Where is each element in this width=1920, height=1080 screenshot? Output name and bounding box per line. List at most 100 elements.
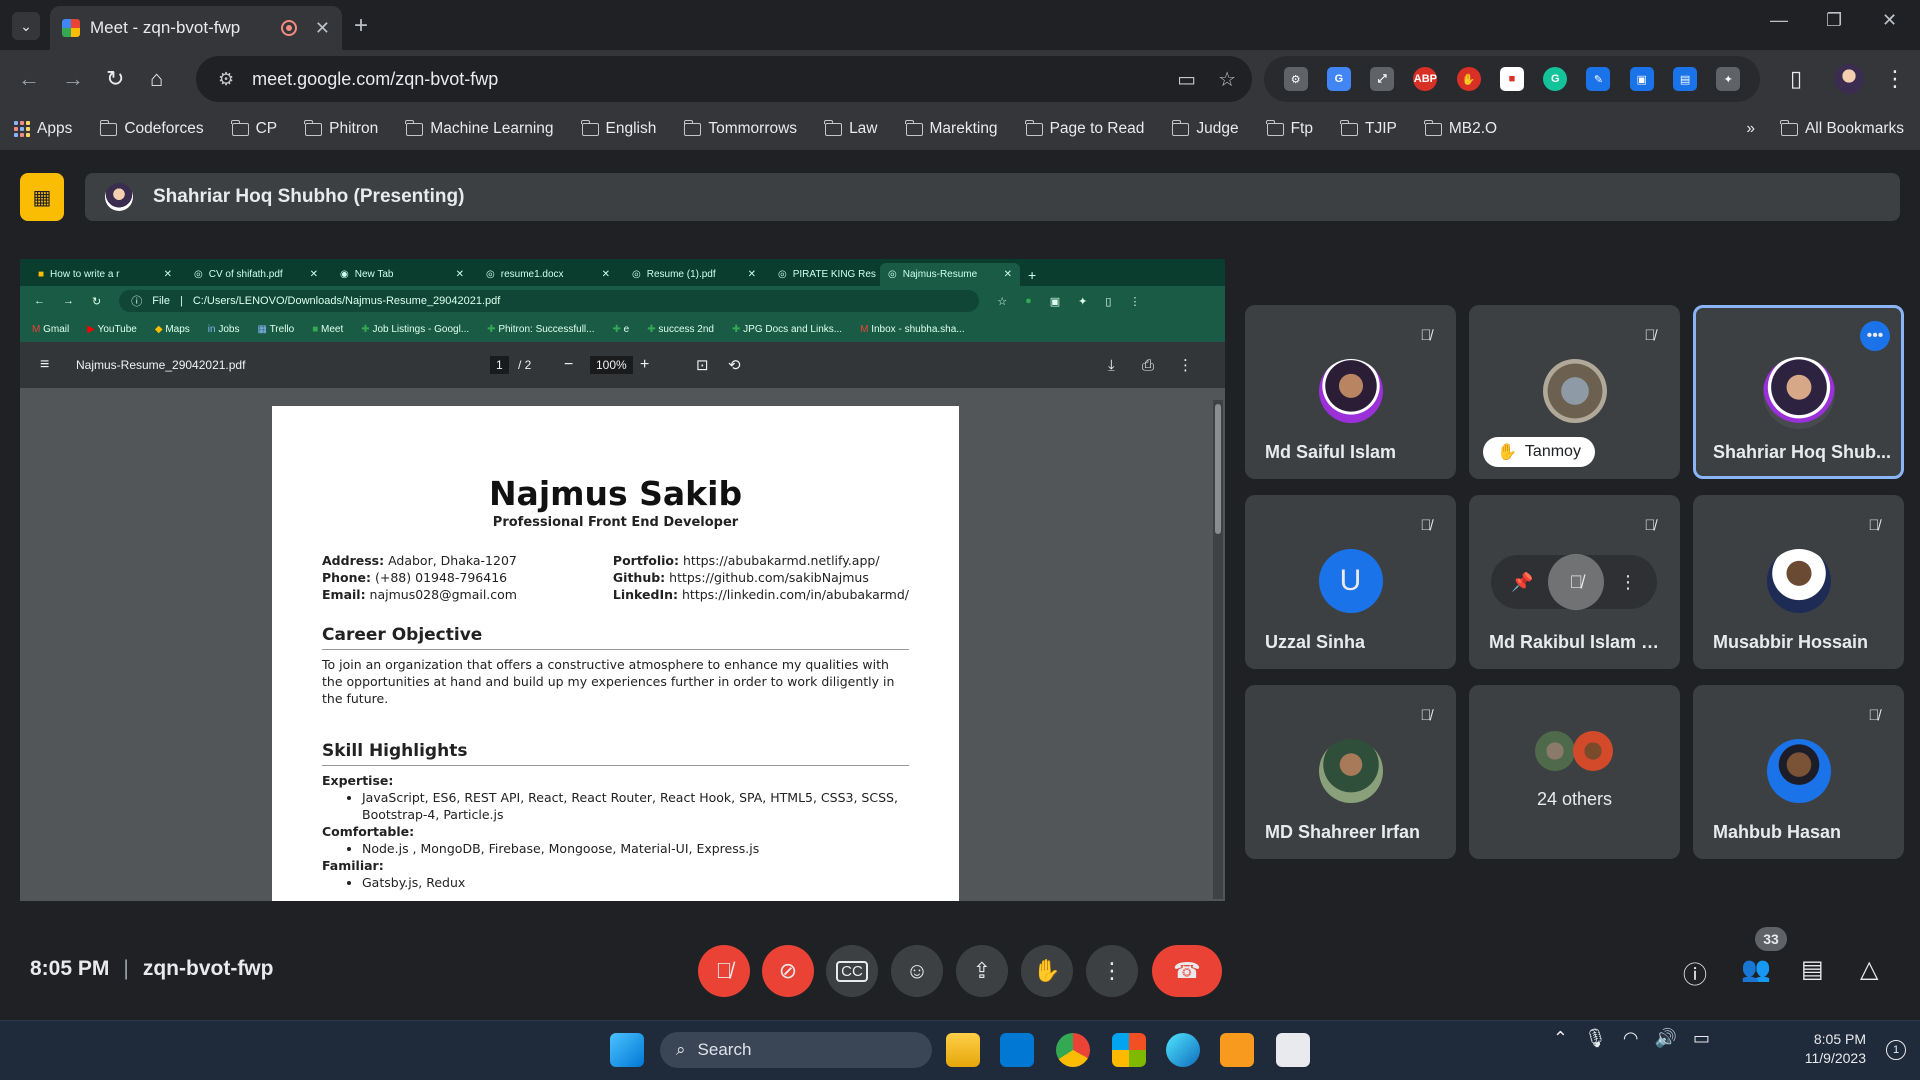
side-panel-icon[interactable]: ▯ xyxy=(1790,66,1802,92)
bookmark-folder[interactable]: Codeforces xyxy=(99,119,204,138)
close-icon[interactable]: ✕ xyxy=(315,18,330,39)
bookmark-apps[interactable]: Apps xyxy=(14,120,72,138)
windows-start-icon[interactable] xyxy=(610,1033,644,1067)
reactions-button[interactable]: ☺ xyxy=(891,945,943,997)
mic-toggle-button[interactable]: 🎙̸ xyxy=(698,945,750,997)
participant-tile[interactable]: 🎙̸ Md Saiful Islam xyxy=(1245,305,1456,479)
present-screen-icon: ⇪ xyxy=(972,958,992,983)
bookmark-folder[interactable]: Tommorrows xyxy=(683,119,797,138)
leave-call-button[interactable]: ☎ xyxy=(1152,945,1222,997)
vscode-icon[interactable] xyxy=(1000,1033,1034,1067)
kebab-menu-icon[interactable]: ⋮ xyxy=(1619,572,1637,593)
hand-extension-icon[interactable]: ✋ xyxy=(1456,67,1481,91)
taskbar-search[interactable]: ⌕ Search xyxy=(660,1032,932,1068)
chevron-down-icon: ⌄ xyxy=(20,17,32,34)
participant-tile[interactable]: 🎙̸ Musabbir Hossain xyxy=(1693,495,1904,669)
window-close-button[interactable]: ✕ xyxy=(1882,10,1897,31)
participant-tile-selected[interactable]: ••• Shahriar Hoq Shub... xyxy=(1693,305,1904,479)
participant-tile[interactable]: 🎙̸ 📌 🎙̸ ⋮ Md Rakibul Islam R... xyxy=(1469,495,1680,669)
bookmark-folder[interactable]: Law xyxy=(824,119,878,138)
edge-icon[interactable] xyxy=(1166,1033,1200,1067)
maximize-button[interactable]: ❐ xyxy=(1826,10,1842,31)
microphone-icon[interactable]: 🎙 xyxy=(1584,1028,1607,1049)
more-bookmarks-button[interactable]: » xyxy=(1746,120,1755,138)
present-button[interactable]: ⇪ xyxy=(956,945,1008,997)
raise-hand-button[interactable]: ✋ xyxy=(1021,945,1073,997)
kebab-menu-icon[interactable]: ⋮ xyxy=(1884,66,1906,92)
site-info-icon[interactable]: ⚙ xyxy=(218,69,234,90)
adblock-icon[interactable]: ABP xyxy=(1413,67,1438,91)
profile-avatar[interactable] xyxy=(1834,64,1864,94)
snipping-tool-icon[interactable] xyxy=(1276,1033,1310,1067)
people-icon[interactable]: 👥 xyxy=(1741,955,1771,984)
bookmark-folder[interactable]: Judge xyxy=(1171,119,1239,138)
shared-tab: ◎ Resume (1).pdf ✕ xyxy=(632,269,756,280)
camera-toggle-button[interactable]: ⊘ xyxy=(762,945,814,997)
grammarly-icon[interactable]: G xyxy=(1543,67,1568,91)
participant-tile[interactable]: 🎙̸ MD Shahreer Irfan xyxy=(1245,685,1456,859)
address-bar[interactable]: ⚙ meet.google.com/zqn-bvot-fwp ▭ ☆ xyxy=(196,56,1252,102)
participant-tile[interactable]: 🎙̸ Mahbub Hasan xyxy=(1693,685,1904,859)
new-tab-button[interactable]: + xyxy=(354,12,368,40)
bookmark-folder[interactable]: Phitron xyxy=(304,119,378,138)
docs-extension-icon[interactable]: ▤ xyxy=(1673,67,1698,91)
arrow-left-icon: ← xyxy=(34,295,45,307)
volume-icon[interactable]: 🔊 xyxy=(1655,1028,1677,1049)
participant-tile[interactable]: 🎙̸ U Uzzal Sinha xyxy=(1245,495,1456,669)
tile-hover-controls[interactable]: 📌 🎙̸ ⋮ xyxy=(1491,554,1657,610)
tab-search-button[interactable]: ⌄ xyxy=(12,12,40,40)
camera-icon[interactable]: ▭ xyxy=(1177,67,1196,92)
translate-icon[interactable]: G xyxy=(1326,67,1351,91)
chat-icon[interactable]: ▤ xyxy=(1801,955,1824,984)
arrow-right-icon: → xyxy=(63,295,74,307)
fullscreen-icon[interactable]: ⤢ xyxy=(1370,67,1395,91)
chevron-up-icon[interactable]: ⌃ xyxy=(1553,1028,1568,1049)
bookmark-folder[interactable]: TJIP xyxy=(1340,119,1397,138)
sublime-icon[interactable] xyxy=(1220,1033,1254,1067)
mic-off-icon[interactable]: 🎙̸ xyxy=(1548,554,1605,610)
reload-button[interactable]: ↻ xyxy=(106,66,124,92)
shared-screen[interactable]: ■ How to write a r ✕ ◎ CV of shifath.pdf ✕ ◉… xyxy=(20,259,1225,901)
taskbar-clock[interactable]: 8:05 PM 11/9/2023 xyxy=(1805,1030,1866,1068)
bookmark-folder[interactable]: English xyxy=(580,119,656,138)
battery-icon[interactable]: ▭ xyxy=(1693,1028,1710,1049)
folder-icon xyxy=(99,119,118,136)
bookmark-folder[interactable]: Marekting xyxy=(904,119,998,138)
meeting-details-icon[interactable]: ⓘ xyxy=(1683,955,1707,990)
store-icon[interactable] xyxy=(1112,1033,1146,1067)
stop-presenting-icon[interactable]: ▦ xyxy=(20,173,64,221)
more-options-button[interactable]: ⋮ xyxy=(1086,945,1138,997)
minimize-button[interactable]: — xyxy=(1770,10,1788,31)
activities-icon[interactable]: △ xyxy=(1860,955,1878,984)
home-button[interactable]: ⌂ xyxy=(150,66,163,92)
taskbar-date: 11/9/2023 xyxy=(1804,1050,1866,1066)
url-text: meet.google.com/zqn-bvot-fwp xyxy=(252,68,499,89)
bookmark-star-icon[interactable]: ☆ xyxy=(1218,67,1236,92)
folder-icon xyxy=(1780,119,1798,136)
back-button[interactable]: ← xyxy=(18,66,40,92)
bookmark-folder[interactable]: Page to Read xyxy=(1024,119,1144,138)
file-explorer-icon[interactable] xyxy=(946,1033,980,1067)
bookmark-folder[interactable]: CP xyxy=(230,119,277,138)
notification-badge[interactable]: 1 xyxy=(1886,1040,1906,1060)
screen-extension-icon[interactable]: ▣ xyxy=(1629,67,1654,91)
pen-extension-icon[interactable]: ✎ xyxy=(1586,67,1611,91)
bookmark-folder[interactable]: Ftp xyxy=(1265,119,1313,138)
captions-button[interactable]: CC xyxy=(826,945,878,997)
browser-tab-meet[interactable]: Meet - zqn-bvot-fwp ✕ xyxy=(50,6,342,50)
bookmark-folder[interactable]: Machine Learning xyxy=(405,119,554,138)
all-bookmarks-button[interactable]: All Bookmarks xyxy=(1780,119,1904,138)
avatar xyxy=(105,183,133,211)
puzzle-icon[interactable]: ✦ xyxy=(1716,67,1741,91)
color-extension-icon[interactable]: ■ xyxy=(1499,67,1524,91)
plus-icon: + xyxy=(354,12,369,39)
chrome-icon[interactable] xyxy=(1056,1033,1090,1067)
participant-tile[interactable]: 🎙̸ ✋ Tanmoy xyxy=(1469,305,1680,479)
more-options-icon[interactable]: ••• xyxy=(1860,321,1890,351)
forward-button[interactable]: → xyxy=(62,66,84,92)
extension-icon[interactable]: ⚙ xyxy=(1283,67,1308,91)
participant-tile-others[interactable]: 24 others xyxy=(1469,685,1680,859)
pin-icon[interactable]: 📌 xyxy=(1511,572,1533,593)
bookmark-folder[interactable]: MB2.O xyxy=(1424,119,1497,138)
wifi-icon[interactable]: ◠ xyxy=(1623,1028,1639,1049)
